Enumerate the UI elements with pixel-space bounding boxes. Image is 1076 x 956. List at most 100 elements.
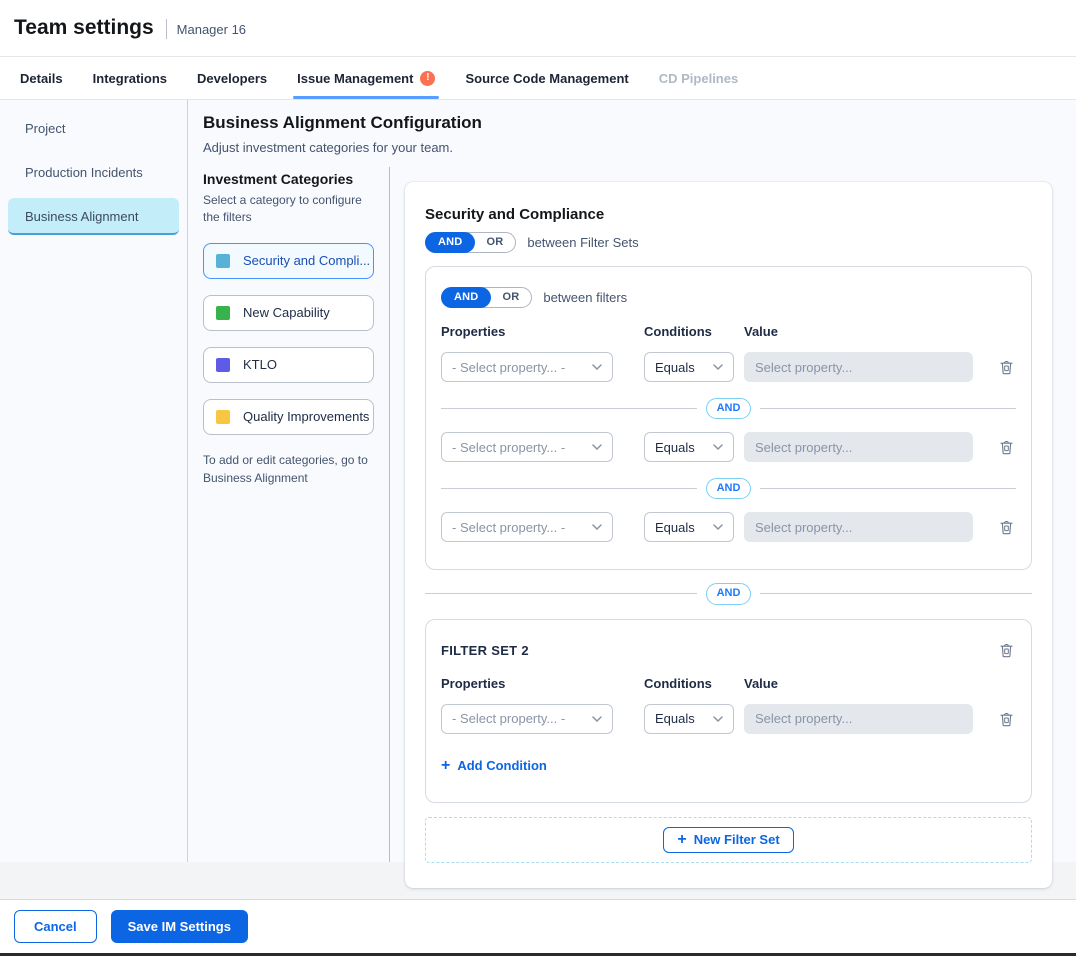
conditions-select[interactable]: Equals: [644, 432, 734, 462]
warning-icon: !: [420, 71, 435, 86]
filter-set-2-card: FILTER SET 2 Properties Conditions Value: [425, 619, 1032, 803]
page-subtitle: Adjust investment categories for your te…: [203, 140, 1076, 155]
categories-heading: Investment Categories: [203, 171, 374, 187]
toggle-and-option[interactable]: AND: [425, 232, 475, 253]
properties-select[interactable]: - Select property... -: [441, 704, 613, 734]
trash-icon: [999, 711, 1014, 727]
delete-filter-button[interactable]: [997, 357, 1016, 377]
plus-icon: +: [677, 832, 686, 848]
properties-column-header: Properties: [441, 324, 644, 339]
new-filter-set-dropzone: + New Filter Set: [425, 817, 1032, 863]
toggle-or-option[interactable]: OR: [474, 233, 515, 252]
value-input[interactable]: [744, 704, 973, 734]
filter-row: - Select property... - Equals: [441, 432, 1016, 462]
chevron-down-icon: [592, 524, 602, 530]
category-quality-improvements[interactable]: Quality Improvements: [203, 399, 374, 435]
tab-source-code-management[interactable]: Source Code Management: [465, 57, 628, 99]
chevron-down-icon: [713, 524, 723, 530]
category-color-swatch: [216, 254, 230, 268]
and-connector-between-sets: AND: [425, 583, 1032, 604]
value-input[interactable]: [744, 512, 973, 542]
content-area: Project Production Incidents Business Al…: [0, 100, 1076, 862]
filter-row: - Select property... - Equals: [441, 704, 1016, 734]
window-header: Team settings Manager 16: [0, 0, 1076, 57]
value-column-header: Value: [744, 676, 986, 691]
delete-filter-button[interactable]: [997, 437, 1016, 457]
page-header: Business Alignment Configuration Adjust …: [188, 100, 1076, 167]
team-name-label: Manager 16: [177, 22, 246, 37]
sidebar-item-project[interactable]: Project: [8, 110, 179, 147]
value-column-header: Value: [744, 324, 986, 339]
trash-icon: [999, 519, 1014, 535]
properties-column-header: Properties: [441, 676, 644, 691]
title-separator: [166, 19, 167, 39]
category-color-swatch: [216, 410, 230, 424]
trash-icon: [999, 359, 1014, 375]
sidebar-item-production-incidents[interactable]: Production Incidents: [8, 154, 179, 191]
filters-and-or-toggle[interactable]: AND OR: [441, 287, 532, 308]
chevron-down-icon: [713, 364, 723, 370]
category-ktlo[interactable]: KTLO: [203, 347, 374, 383]
conditions-select[interactable]: Equals: [644, 512, 734, 542]
settings-tabbar: Details Integrations Developers Issue Ma…: [0, 57, 1076, 100]
filter-row: - Select property... - Equals: [441, 352, 1016, 382]
value-input[interactable]: [744, 432, 973, 462]
category-new-capability[interactable]: New Capability: [203, 295, 374, 331]
tab-integrations[interactable]: Integrations: [93, 57, 167, 99]
delete-filter-button[interactable]: [997, 709, 1016, 729]
between-filter-sets-label: between Filter Sets: [527, 235, 638, 250]
and-connector-pill: AND: [706, 478, 752, 499]
category-color-swatch: [216, 358, 230, 372]
tab-developers[interactable]: Developers: [197, 57, 267, 99]
category-label: Quality Improvements: [243, 409, 369, 424]
filter-configuration-area: Security and Compliance AND OR between F…: [390, 167, 1076, 862]
delete-filter-set-button[interactable]: [997, 640, 1016, 660]
chevron-down-icon: [592, 444, 602, 450]
categories-subheading: Select a category to configure the filte…: [203, 192, 374, 227]
conditions-column-header: Conditions: [644, 324, 744, 339]
trash-icon: [999, 439, 1014, 455]
conditions-select[interactable]: Equals: [644, 352, 734, 382]
conditions-column-header: Conditions: [644, 676, 744, 691]
delete-filter-button[interactable]: [997, 517, 1016, 537]
filter-column-headers: Properties Conditions Value: [441, 324, 1016, 339]
footer-actions: Cancel Save IM Settings: [0, 900, 1076, 953]
tab-details[interactable]: Details: [20, 57, 63, 99]
properties-select[interactable]: - Select property... -: [441, 512, 613, 542]
and-connector: AND: [441, 398, 1016, 419]
filter-row: - Select property... - Equals: [441, 512, 1016, 542]
between-filters-label: between filters: [543, 290, 627, 305]
and-connector-pill: AND: [706, 398, 752, 419]
toggle-or-option[interactable]: OR: [490, 288, 531, 307]
category-label: Security and Compli...: [243, 253, 370, 268]
category-label: New Capability: [243, 305, 330, 320]
trash-icon: [999, 642, 1014, 658]
new-filter-set-button[interactable]: + New Filter Set: [663, 827, 793, 853]
cancel-button[interactable]: Cancel: [14, 910, 97, 943]
add-condition-button[interactable]: + Add Condition: [441, 758, 547, 774]
filter-column-headers: Properties Conditions Value: [441, 676, 1016, 691]
chevron-down-icon: [713, 716, 723, 722]
and-connector-pill: AND: [706, 583, 752, 604]
toggle-and-option[interactable]: AND: [441, 287, 491, 308]
page-heading: Team settings: [14, 16, 154, 40]
page-title: Business Alignment Configuration: [203, 113, 1076, 133]
chevron-down-icon: [592, 364, 602, 370]
category-security-and-compliance[interactable]: Security and Compli...: [203, 243, 374, 279]
properties-select[interactable]: - Select property... -: [441, 432, 613, 462]
properties-select[interactable]: - Select property... -: [441, 352, 613, 382]
category-color-swatch: [216, 306, 230, 320]
filter-set-2-title: FILTER SET 2: [441, 643, 529, 658]
filter-sets-and-or-toggle[interactable]: AND OR: [425, 232, 516, 253]
investment-categories-column: Investment Categories Select a category …: [188, 167, 390, 862]
sidebar-item-business-alignment[interactable]: Business Alignment: [8, 198, 179, 235]
selected-category-title: Security and Compliance: [425, 206, 1032, 223]
value-input[interactable]: [744, 352, 973, 382]
conditions-select[interactable]: Equals: [644, 704, 734, 734]
settings-sidebar: Project Production Incidents Business Al…: [0, 100, 188, 862]
chevron-down-icon: [713, 444, 723, 450]
save-im-settings-button[interactable]: Save IM Settings: [111, 910, 248, 943]
categories-footnote: To add or edit categories, go to Busines…: [203, 451, 374, 487]
category-label: KTLO: [243, 357, 277, 372]
tab-issue-management[interactable]: Issue Management !: [297, 57, 435, 99]
